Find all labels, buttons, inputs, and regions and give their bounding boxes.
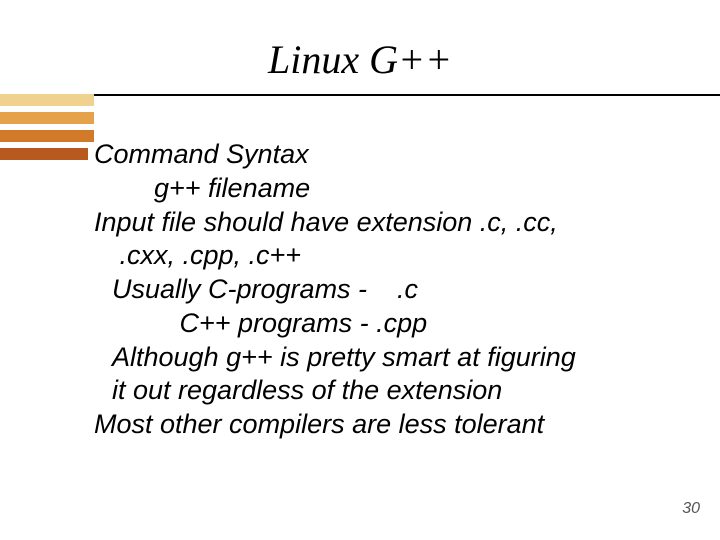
body-line: Usually C-programs - .c (94, 273, 690, 307)
accent-bars (0, 88, 94, 160)
body-line: it out regardless of the extension (94, 374, 690, 408)
slide-body: Command Syntax g++ filename Input file s… (94, 138, 690, 442)
page-number: 30 (682, 500, 700, 518)
body-line: .cxx, .cpp, .c++ (94, 239, 690, 273)
accent-bar (0, 112, 94, 124)
body-line: Most other compilers are less tolerant (94, 408, 690, 442)
title-underline (0, 94, 720, 96)
body-line: C++ programs - .cpp (94, 307, 690, 341)
accent-bar (0, 130, 94, 142)
body-line: Input file should have extension .c, .cc… (94, 206, 690, 240)
body-line: Although g++ is pretty smart at figuring (94, 341, 690, 375)
body-line: Command Syntax (94, 138, 690, 172)
accent-bar (0, 148, 88, 160)
accent-bar (0, 94, 94, 106)
slide: Linux G++ Command Syntax g++ filename In… (0, 0, 720, 540)
body-line: g++ filename (94, 172, 690, 206)
slide-title: Linux G++ (0, 36, 720, 83)
